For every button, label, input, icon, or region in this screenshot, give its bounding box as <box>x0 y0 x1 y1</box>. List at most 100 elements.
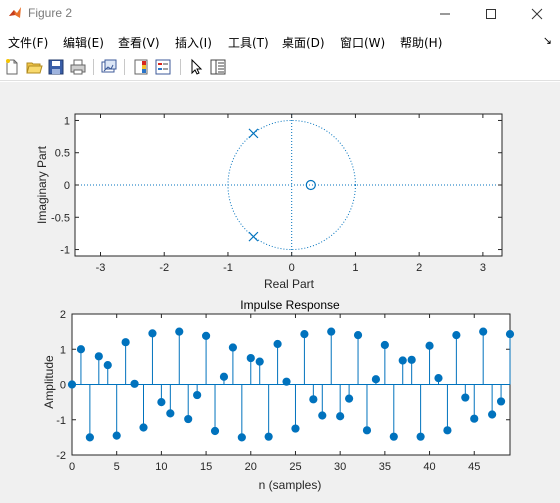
menu-desktop[interactable]: 桌面(D) <box>282 34 325 51</box>
impulse-xlabel: n (samples) <box>259 478 322 492</box>
x-tick-label: 45 <box>468 461 480 473</box>
stem-marker <box>300 329 309 339</box>
matlab-icon <box>9 7 21 18</box>
property-inspector-icon[interactable] <box>209 58 227 76</box>
pole-zero-xlabel: Real Part <box>264 277 315 291</box>
stem-marker <box>228 343 237 352</box>
x-tick-label: 0 <box>289 262 295 274</box>
stem-marker <box>201 331 211 340</box>
pole-zero-axes[interactable]: -3 -2 -1 0 1 2 3 -1 -0.5 0 0.5 1 Real Part Imaginar… <box>35 113 503 291</box>
impulse-response-axes[interactable]: 0 5 10 15 20 25 30 35 40 45 -2 -1 0 1 2 Impulse Respon… <box>42 298 515 492</box>
y-tick-label: -1 <box>56 415 66 427</box>
stem-marker <box>362 426 372 435</box>
stem-marker <box>121 338 130 347</box>
insert-colorbar-icon[interactable] <box>132 58 150 76</box>
x-tick-label: 2 <box>416 262 422 274</box>
x-tick-label: 20 <box>245 461 257 473</box>
y-tick-label: -2 <box>56 450 66 462</box>
window-title: Figure 2 <box>28 6 73 20</box>
stem-marker <box>407 355 416 364</box>
x-tick-label: 40 <box>423 461 435 473</box>
menu-bar: 文件(F) 编辑(E) 查看(V) 插入(I) 工具(T) 桌面(D) 窗口(W… <box>0 31 560 51</box>
stem-marker <box>291 424 300 433</box>
y-tick-label: -1 <box>60 245 70 257</box>
stem-marker <box>94 352 103 361</box>
print-icon[interactable] <box>69 58 87 76</box>
stem-marker <box>139 423 148 432</box>
stem-marker <box>175 327 184 336</box>
stem-marker <box>309 395 318 404</box>
stem-marker <box>103 361 112 370</box>
menu-window[interactable]: 窗口(W) <box>340 34 385 51</box>
menu-edit[interactable]: 编辑(E) <box>63 34 104 51</box>
stem-marker <box>443 426 452 435</box>
stem-marker <box>85 433 94 442</box>
y-tick-label: -0.5 <box>51 212 70 224</box>
figure-plots: -3 -2 -1 0 1 2 3 -1 -0.5 0 0.5 1 Real Part Imaginar… <box>35 113 515 492</box>
stem-marker <box>327 327 336 336</box>
x-tick-label: 5 <box>114 461 120 473</box>
stem-marker <box>505 329 515 339</box>
menu-help[interactable]: 帮助(H) <box>400 34 442 51</box>
stem-marker <box>345 394 354 403</box>
stem-marker <box>371 375 381 384</box>
x-tick-label: 15 <box>200 461 212 473</box>
x-tick-label: -3 <box>96 262 106 274</box>
x-tick-label: 10 <box>155 461 167 473</box>
y-tick-label: 1 <box>60 344 66 356</box>
stem-marker <box>389 432 398 441</box>
stem-marker <box>184 414 193 424</box>
menu-insert[interactable]: 插入(I) <box>175 34 212 51</box>
stem-marker <box>434 374 443 383</box>
x-tick-label: 30 <box>334 461 346 473</box>
menu-file[interactable]: 文件(F) <box>8 34 48 51</box>
open-file-icon[interactable] <box>25 58 43 76</box>
impulse-ylabel: Amplitude <box>42 355 56 409</box>
y-tick-label: 0 <box>60 380 66 392</box>
stem-marker <box>282 377 291 386</box>
stem-marker <box>425 341 434 350</box>
stem-marker <box>130 379 139 388</box>
figure-canvas: -3 -2 -1 0 1 2 3 -1 -0.5 0 0.5 1 Real Part Imaginar… <box>0 82 560 503</box>
menu-tools[interactable]: 工具(T) <box>228 34 269 51</box>
minimize-icon <box>440 13 450 15</box>
stem-marker <box>380 340 389 350</box>
stem-marker <box>470 414 479 423</box>
new-figure-icon[interactable] <box>3 58 21 76</box>
link-plot-icon[interactable] <box>100 58 118 76</box>
stem-marker <box>264 432 273 441</box>
dock-arrow-icon[interactable]: ↘ <box>543 34 552 47</box>
stem-marker <box>273 339 282 349</box>
stem-marker <box>148 329 157 338</box>
stem-marker <box>398 356 407 365</box>
stem-marker <box>210 426 220 436</box>
stem-marker <box>219 372 229 381</box>
stem-marker <box>255 357 264 366</box>
minimize-button[interactable] <box>422 0 468 28</box>
edit-plot-arrow-icon[interactable] <box>187 58 205 76</box>
stem-marker <box>488 410 497 419</box>
maximize-icon <box>486 9 496 19</box>
pole-zero-ylabel: Imaginary Part <box>35 145 49 224</box>
save-icon[interactable] <box>47 58 65 76</box>
insert-legend-icon[interactable] <box>154 58 172 76</box>
toolbar-separator <box>124 59 125 75</box>
stem-marker <box>76 345 86 354</box>
x-tick-label: 25 <box>289 461 301 473</box>
y-tick-label: 0.5 <box>55 148 70 160</box>
stem-marker <box>318 411 327 420</box>
stem-marker <box>166 409 175 418</box>
close-button[interactable] <box>514 0 560 28</box>
stem-marker <box>112 431 121 440</box>
stem-marker <box>157 398 166 407</box>
stem-marker <box>246 353 255 363</box>
x-tick-label: 3 <box>480 262 486 274</box>
y-tick-label: 1 <box>64 115 70 127</box>
toolbar-separator <box>180 59 181 75</box>
close-icon <box>531 8 543 20</box>
maximize-button[interactable] <box>468 0 514 28</box>
x-tick-label: -1 <box>223 262 233 274</box>
stem-marker <box>353 331 363 340</box>
menu-view[interactable]: 查看(V) <box>118 34 160 51</box>
impulse-title: Impulse Response <box>240 298 340 312</box>
